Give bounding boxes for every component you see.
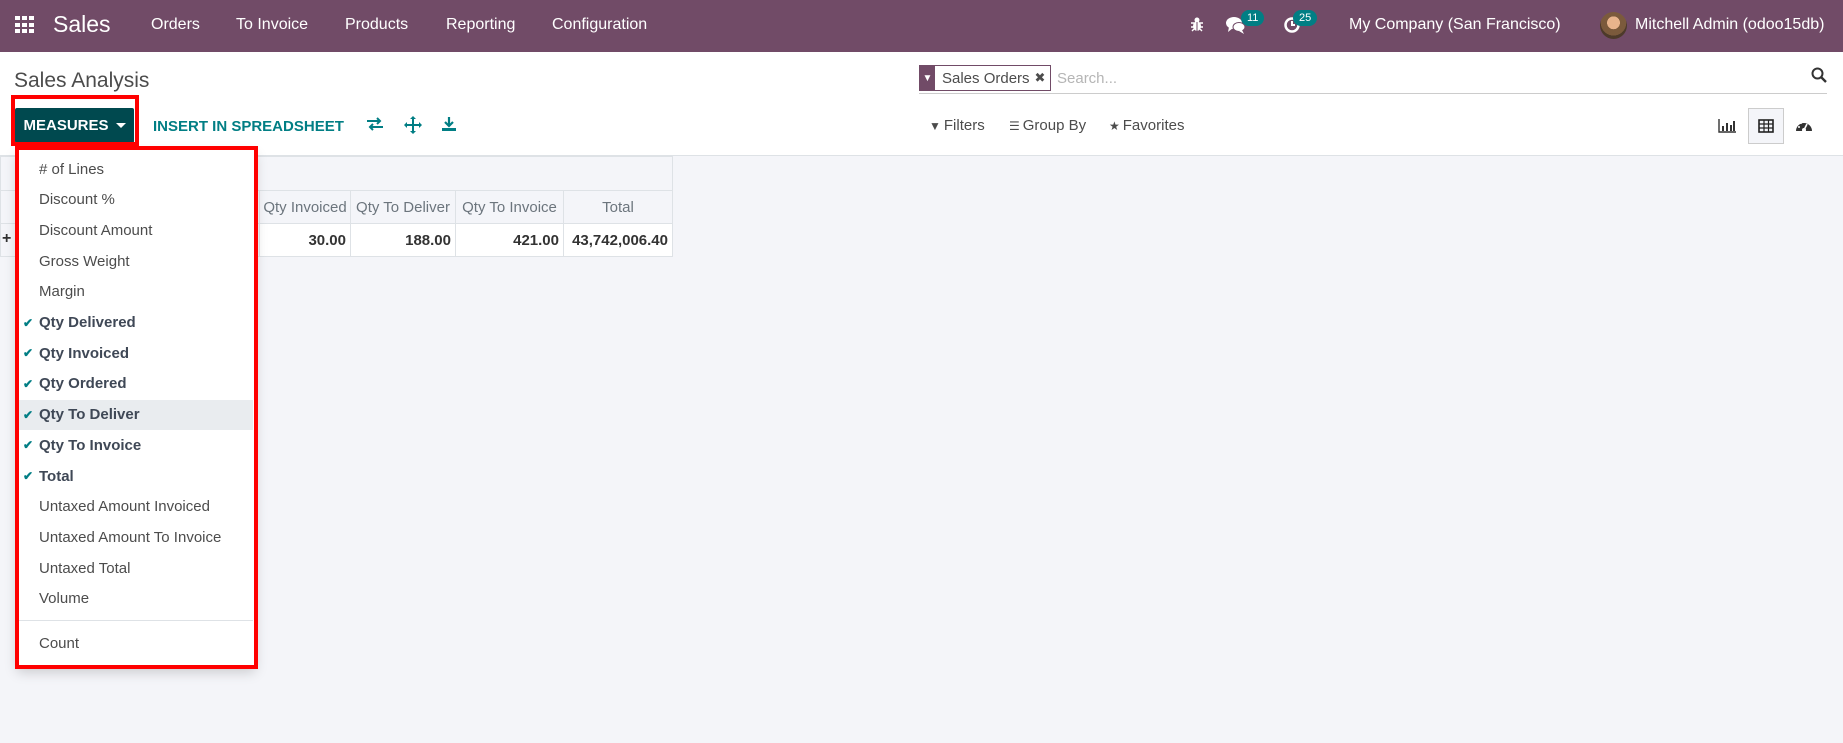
column-header[interactable]: Qty Invoiced bbox=[259, 190, 351, 224]
pivot-cell[interactable]: 43,742,006.40 bbox=[563, 223, 673, 257]
flip-axis-icon[interactable] bbox=[366, 116, 384, 137]
measure-item[interactable]: Untaxed Amount To Invoice bbox=[17, 522, 253, 552]
measure-item[interactable]: Untaxed Total bbox=[17, 553, 253, 583]
column-header[interactable]: Qty To Deliver bbox=[350, 190, 456, 224]
measure-item[interactable]: Gross Weight bbox=[17, 246, 253, 276]
search-facet: ▼ Sales Orders ✖ bbox=[919, 65, 1052, 91]
measure-label: Volume bbox=[39, 590, 90, 608]
measure-item[interactable]: Margin bbox=[17, 277, 253, 307]
measure-item[interactable]: Discount Amount bbox=[17, 215, 253, 245]
group-by-label: Group By bbox=[1022, 117, 1087, 134]
measure-item[interactable]: ✔ Qty Delivered bbox=[17, 308, 253, 338]
messages-count-badge: 11 bbox=[1241, 10, 1265, 26]
company-switcher[interactable]: My Company (San Francisco) bbox=[1349, 16, 1561, 34]
bar-chart-icon bbox=[1718, 119, 1736, 133]
bars-icon: ☰ bbox=[1009, 118, 1020, 133]
measure-label: Untaxed Total bbox=[39, 559, 131, 577]
top-navbar: Sales Orders To Invoice Products Reporti… bbox=[0, 0, 1843, 52]
menu-configuration[interactable]: Configuration bbox=[552, 16, 647, 34]
check-icon: ✔ bbox=[23, 438, 34, 453]
apps-menu-icon[interactable] bbox=[15, 16, 35, 34]
measure-item[interactable]: ✔ Qty To Invoice bbox=[17, 430, 253, 460]
dashboard-icon bbox=[1796, 121, 1812, 132]
pivot-cell[interactable]: 421.00 bbox=[455, 223, 564, 257]
activities-count-badge: 25 bbox=[1293, 10, 1318, 26]
measure-item[interactable]: ✔ Qty Ordered bbox=[17, 369, 253, 399]
measure-label: Untaxed Amount To Invoice bbox=[39, 528, 222, 546]
star-icon: ★ bbox=[1109, 118, 1120, 133]
dashboard-view-button[interactable] bbox=[1786, 108, 1822, 144]
table-icon bbox=[1758, 119, 1774, 133]
measure-label: Total bbox=[39, 467, 74, 485]
check-icon: ✔ bbox=[23, 315, 34, 330]
measure-label: # of Lines bbox=[39, 160, 105, 178]
check-icon: ✔ bbox=[23, 376, 34, 391]
measure-item[interactable]: ✔ Qty Invoiced bbox=[17, 338, 253, 368]
search-bar: ▼ Sales Orders ✖ bbox=[919, 65, 1827, 94]
check-icon: ✔ bbox=[23, 469, 34, 483]
pivot-cell[interactable]: 188.00 bbox=[350, 223, 456, 257]
measure-label: Margin bbox=[39, 283, 85, 301]
measure-label: Qty To Invoice bbox=[39, 436, 142, 454]
group-by-button[interactable]: ☰ Group By bbox=[1009, 117, 1086, 134]
menu-to-invoice[interactable]: To Invoice bbox=[236, 16, 308, 34]
measure-label: Qty Delivered bbox=[39, 314, 136, 331]
menu-products[interactable]: Products bbox=[345, 16, 408, 34]
measure-item[interactable]: Discount % bbox=[17, 185, 253, 215]
pivot-cell[interactable]: 30.00 bbox=[259, 223, 351, 257]
filter-icon: ▼ bbox=[920, 66, 935, 90]
search-input[interactable] bbox=[1057, 66, 1757, 90]
user-menu[interactable]: Mitchell Admin (odoo15db) bbox=[1635, 16, 1824, 34]
control-panel: Sales Analysis MEASURES INSERT IN SPREAD… bbox=[0, 52, 1843, 156]
measure-label: Untaxed Amount Invoiced bbox=[39, 498, 210, 516]
measure-label: Qty To Deliver bbox=[39, 406, 140, 424]
app-name[interactable]: Sales bbox=[53, 11, 111, 38]
measure-label: Discount Amount bbox=[39, 221, 153, 239]
graph-view-button[interactable] bbox=[1709, 108, 1745, 144]
remove-facet-icon[interactable]: ✖ bbox=[1035, 70, 1051, 86]
measure-label: Count bbox=[39, 634, 80, 652]
measure-label: Qty Invoiced bbox=[39, 344, 130, 362]
measure-item[interactable]: ✔ Total bbox=[17, 461, 253, 491]
measure-label: Discount % bbox=[39, 191, 115, 209]
download-icon[interactable] bbox=[441, 116, 457, 137]
pivot-view-button[interactable] bbox=[1748, 108, 1784, 144]
measure-item[interactable]: Untaxed Amount Invoiced bbox=[17, 492, 253, 522]
favorites-button[interactable]: ★ Favorites bbox=[1109, 117, 1184, 134]
filters-button[interactable]: ▼ Filters bbox=[929, 117, 985, 134]
column-header[interactable]: Qty To Invoice bbox=[455, 190, 564, 224]
insert-in-spreadsheet-button[interactable]: INSERT IN SPREADSHEET bbox=[153, 118, 344, 135]
measure-count[interactable]: Count bbox=[17, 628, 253, 658]
favorites-label: Favorites bbox=[1122, 117, 1185, 134]
measures-button[interactable]: MEASURES bbox=[15, 108, 134, 143]
measure-label: Qty Ordered bbox=[39, 375, 127, 393]
check-icon: ✔ bbox=[23, 407, 34, 422]
expand-row-icon[interactable]: + bbox=[2, 230, 11, 248]
filters-label: Filters bbox=[943, 117, 985, 134]
page-title: Sales Analysis bbox=[14, 69, 150, 92]
facet-value: Sales Orders bbox=[942, 69, 1030, 87]
caret-down-icon bbox=[115, 123, 126, 128]
check-icon: ✔ bbox=[23, 346, 34, 361]
menu-reporting[interactable]: Reporting bbox=[446, 16, 515, 34]
dropdown-divider bbox=[17, 620, 253, 621]
measure-item[interactable]: # of Lines bbox=[17, 154, 253, 184]
measures-label: MEASURES bbox=[23, 117, 109, 134]
column-header[interactable]: Total bbox=[563, 190, 673, 224]
measure-label: Gross Weight bbox=[39, 252, 130, 270]
measure-item[interactable]: Volume bbox=[17, 584, 253, 614]
filter-icon: ▼ bbox=[929, 118, 941, 133]
search-icon[interactable] bbox=[1811, 67, 1827, 83]
user-avatar[interactable] bbox=[1600, 12, 1627, 39]
measures-dropdown: Count # of Lines Discount % Discount Amoun… bbox=[17, 148, 255, 666]
expand-all-icon[interactable] bbox=[404, 116, 422, 139]
bug-icon[interactable] bbox=[1190, 16, 1204, 36]
menu-orders[interactable]: Orders bbox=[151, 16, 200, 34]
measure-item[interactable]: ✔ Qty To Deliver bbox=[17, 399, 253, 430]
